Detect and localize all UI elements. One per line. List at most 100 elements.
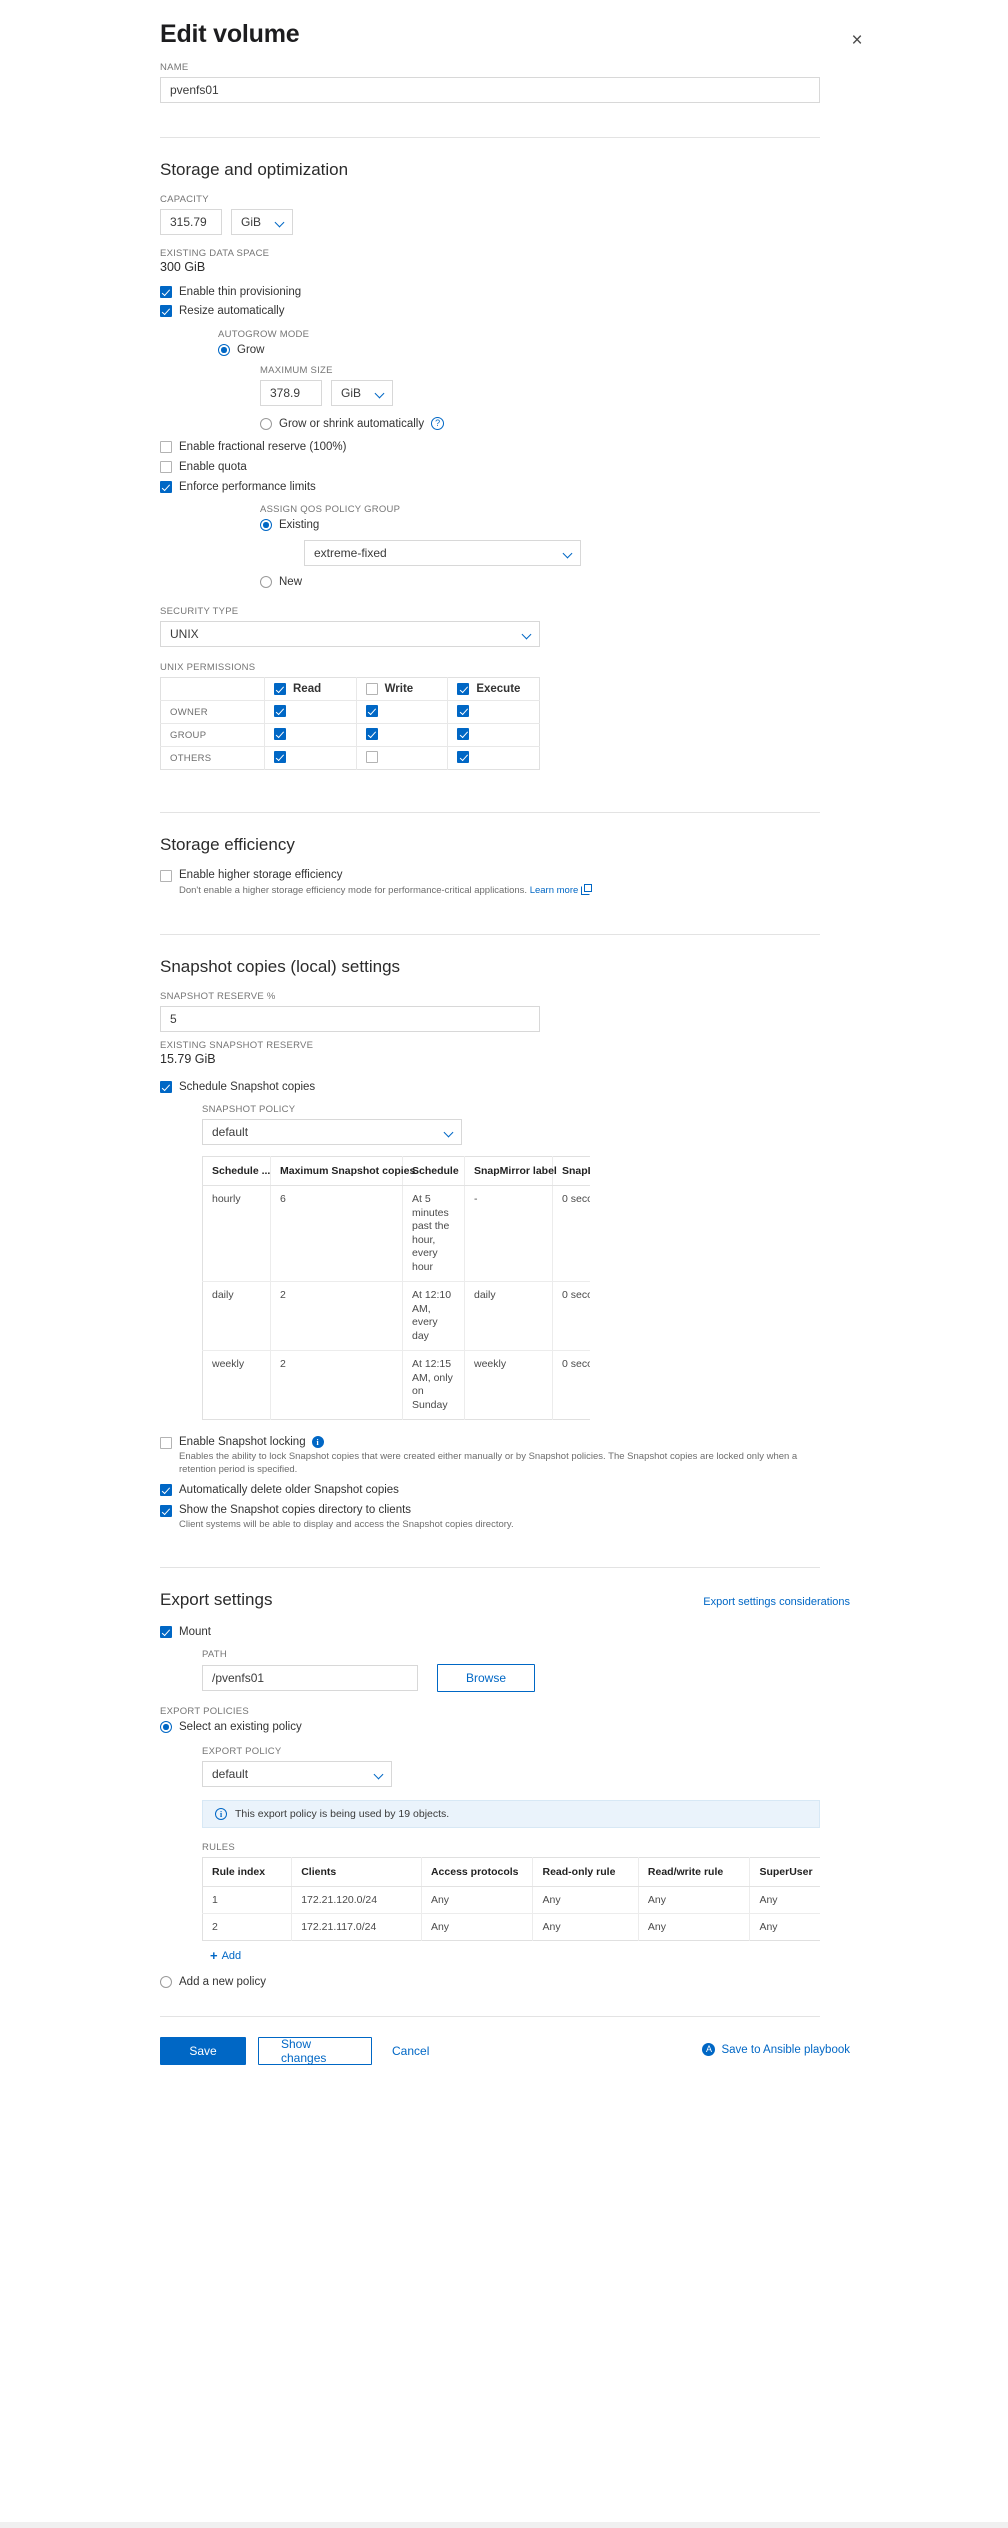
enable-quota-checkbox[interactable]: Enable quota bbox=[160, 461, 850, 473]
add-new-policy-label: Add a new policy bbox=[179, 1976, 266, 1988]
checkbox-icon bbox=[457, 683, 470, 695]
unix-permissions-label: UNIX PERMISSIONS bbox=[160, 662, 256, 673]
perm-owner-write[interactable] bbox=[356, 700, 449, 724]
cell-snapmirror-label: weekly bbox=[464, 1350, 553, 1420]
cell-superuser: Any bbox=[749, 1886, 820, 1914]
col-superuser: SuperUser bbox=[749, 1857, 820, 1887]
add-rule-button[interactable]: + Add bbox=[210, 1949, 850, 1962]
path-input[interactable]: /pvenfs01 bbox=[202, 1665, 418, 1691]
export-policy-info-text: This export policy is being used by 19 o… bbox=[235, 1808, 450, 1820]
cell-superuser: Any bbox=[759, 1921, 778, 1933]
checkbox-icon bbox=[274, 704, 286, 717]
capacity-label: CAPACITY bbox=[160, 194, 209, 205]
add-new-policy-radio[interactable]: Add a new policy bbox=[160, 1976, 850, 1988]
ansible-icon: A bbox=[702, 2043, 716, 2056]
autogrow-mode-label: AUTOGROW MODE bbox=[218, 329, 310, 340]
checkbox-icon bbox=[457, 727, 470, 740]
perm-group-read[interactable] bbox=[264, 723, 357, 747]
qos-new-radio[interactable]: New bbox=[260, 576, 850, 588]
checkbox-icon bbox=[160, 1484, 172, 1496]
cell-rule-index: 1 bbox=[202, 1886, 293, 1914]
auto-delete-snapshots-label: Automatically delete older Snapshot copi… bbox=[179, 1484, 399, 1496]
browse-button[interactable]: Browse bbox=[437, 1664, 535, 1692]
perm-header-execute-label: Execute bbox=[476, 683, 521, 695]
perm-others-execute[interactable] bbox=[448, 747, 540, 770]
save-to-ansible-playbook-button[interactable]: A Save to Ansible playbook bbox=[702, 2043, 850, 2056]
perm-header-blank bbox=[160, 677, 265, 701]
table-header-row: Rule index Clients Access protocols Read… bbox=[202, 1857, 820, 1887]
chevron-down-icon bbox=[375, 389, 384, 398]
close-icon[interactable]: × bbox=[846, 30, 868, 52]
cell-snapmirror-label: - bbox=[464, 1185, 553, 1282]
radio-icon bbox=[218, 344, 230, 356]
enable-thin-provisioning-checkbox[interactable]: Enable thin provisioning bbox=[160, 286, 850, 298]
learn-more-link[interactable]: Learn more bbox=[530, 885, 579, 896]
export-policy-label: EXPORT POLICY bbox=[202, 1746, 282, 1757]
maximum-size-unit-value: GiB bbox=[341, 386, 362, 400]
perm-header-read[interactable]: Read bbox=[264, 677, 357, 701]
enable-higher-storage-efficiency-checkbox[interactable] bbox=[160, 870, 172, 882]
path-label: PATH bbox=[202, 1649, 227, 1660]
perm-header-write-label: Write bbox=[384, 683, 414, 695]
checkbox-icon bbox=[365, 727, 378, 740]
schedule-snapshot-copies-checkbox[interactable]: Schedule Snapshot copies bbox=[160, 1081, 850, 1093]
capacity-unit-select[interactable]: GiB bbox=[231, 209, 293, 235]
mount-checkbox[interactable]: Mount bbox=[160, 1626, 850, 1638]
col-schedule-name: Schedule ... bbox=[202, 1156, 271, 1186]
perm-header-execute[interactable]: Execute bbox=[447, 677, 540, 701]
auto-delete-snapshots-checkbox[interactable]: Automatically delete older Snapshot copi… bbox=[160, 1484, 850, 1496]
cell-max-copies: 6 bbox=[270, 1185, 403, 1282]
cell-schedule: At 12:10 AM, every day bbox=[402, 1281, 465, 1351]
help-icon[interactable]: ? bbox=[431, 417, 445, 430]
save-button[interactable]: Save bbox=[160, 2037, 246, 2065]
enable-fractional-reserve-checkbox[interactable]: Enable fractional reserve (100%) bbox=[160, 441, 850, 453]
export-settings-considerations-link[interactable]: Export settings considerations bbox=[703, 1596, 850, 1608]
export-policy-select[interactable]: default bbox=[202, 1761, 392, 1787]
cell-snaplock-retention: 0 second bbox=[552, 1281, 590, 1351]
qos-policy-select[interactable]: extreme-fixed bbox=[304, 540, 581, 566]
show-snapshot-dir-checkbox[interactable] bbox=[160, 1505, 172, 1517]
enforce-performance-limits-checkbox[interactable]: Enforce performance limits bbox=[160, 481, 850, 493]
cell-schedule: At 5 minutes past the hour, every hour bbox=[402, 1185, 465, 1282]
col-read-only-rule: Read-only rule bbox=[532, 1857, 639, 1887]
checkbox-icon bbox=[160, 1626, 172, 1638]
divider-1 bbox=[160, 137, 820, 138]
maximum-size-unit-select[interactable]: GiB bbox=[331, 380, 393, 406]
perm-owner-read[interactable] bbox=[264, 700, 357, 724]
perm-group-write[interactable] bbox=[356, 723, 449, 747]
enable-snapshot-locking-checkbox[interactable] bbox=[160, 1437, 172, 1449]
maximum-size-input[interactable]: 378.9 bbox=[260, 380, 322, 406]
cell-snaplock-retention: 0 second bbox=[552, 1185, 590, 1282]
perm-owner-execute[interactable] bbox=[447, 700, 540, 724]
perm-header-write[interactable]: Write bbox=[356, 677, 449, 701]
schedule-snapshot-copies-label: Schedule Snapshot copies bbox=[179, 1081, 316, 1093]
perm-row-label: OTHERS bbox=[160, 746, 265, 770]
col-rule-index: Rule index bbox=[202, 1857, 293, 1887]
info-icon[interactable]: i bbox=[311, 1436, 324, 1448]
checkbox-icon bbox=[274, 750, 286, 763]
chevron-down-icon bbox=[563, 549, 572, 558]
perm-group-execute[interactable] bbox=[447, 723, 540, 747]
cancel-button[interactable]: Cancel bbox=[384, 2044, 437, 2058]
cell-access: Any bbox=[421, 1886, 534, 1914]
snapshot-reserve-input[interactable]: 5 bbox=[160, 1006, 540, 1032]
show-changes-button[interactable]: Show changes bbox=[258, 2037, 372, 2065]
snapshot-section-title: Snapshot copies (local) settings bbox=[160, 957, 401, 976]
perm-others-read[interactable] bbox=[264, 746, 357, 770]
security-type-select[interactable]: UNIX bbox=[160, 621, 540, 647]
autogrow-grow-radio[interactable]: Grow bbox=[218, 344, 850, 356]
capacity-unit-value: GiB bbox=[241, 215, 262, 229]
radio-icon bbox=[160, 1721, 172, 1733]
capacity-input[interactable]: 315.79 bbox=[160, 209, 222, 235]
snapshot-policy-select[interactable]: default bbox=[202, 1119, 462, 1145]
autogrow-grow-shrink-label: Grow or shrink automatically bbox=[279, 417, 425, 430]
resize-automatically-checkbox[interactable]: Resize automatically bbox=[160, 305, 850, 317]
qos-existing-radio[interactable]: Existing bbox=[260, 519, 850, 531]
radio-icon bbox=[160, 1976, 172, 1988]
cell-max-copies: 2 bbox=[270, 1350, 403, 1420]
external-link-icon bbox=[580, 884, 592, 895]
volume-name-input[interactable]: pvenfs01 bbox=[160, 77, 820, 103]
autogrow-grow-shrink-radio[interactable]: Grow or shrink automatically ? bbox=[260, 417, 850, 430]
perm-others-write[interactable] bbox=[356, 746, 449, 770]
select-existing-policy-radio[interactable]: Select an existing policy bbox=[160, 1721, 850, 1733]
